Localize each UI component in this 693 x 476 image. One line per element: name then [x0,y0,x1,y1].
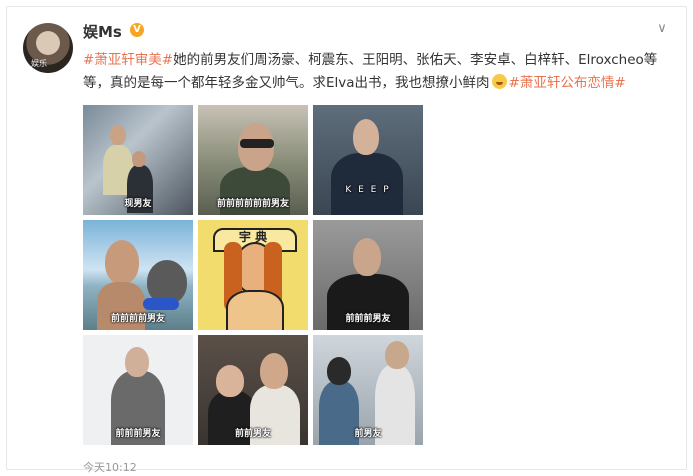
photo-label: 前前前男友 [345,314,391,324]
photo-label: 前男友 [354,429,382,439]
photo-6[interactable]: 前前前男友 [313,220,423,330]
photo-label: 前前前男友 [115,429,161,439]
verified-badge-icon: V [130,23,144,37]
photo-label: 前前前前前前男友 [216,199,289,209]
avatar-tag: 娱乐 [31,59,47,68]
photo-7[interactable]: 前前前男友 [83,335,193,445]
photo-5[interactable]: 宇 典 [198,220,308,330]
post-timestamp[interactable]: 今天10:12 [83,459,137,475]
photo-1[interactable]: 现男友 [83,105,193,215]
crying-emoji-icon [491,74,507,89]
photo-label: 宇 典 [238,230,268,244]
chevron-down-icon[interactable]: ∨ [654,21,670,37]
author-avatar[interactable]: 娱乐 [23,23,73,73]
photo-label: 现男友 [124,199,152,209]
topic-link-2[interactable]: #萧亚轩公布恋情# [509,75,626,91]
photo-label: 前前前前男友 [110,314,165,324]
photo-label: K E E P [345,185,391,195]
post-text: #萧亚轩审美#她的前男友们周汤豪、柯震东、王阳明、张佑天、李安卓、白梓轩、Elr… [83,49,673,95]
topic-link-1[interactable]: #萧亚轩审美# [83,52,173,68]
photo-8[interactable]: 前前男友 [198,335,308,445]
author-name[interactable]: 娱Ms [83,21,122,42]
photo-4[interactable]: 前前前前男友 [83,220,193,330]
photo-3[interactable]: K E E P [313,105,423,215]
photo-label: 前前男友 [234,429,271,439]
photo-9[interactable]: 前男友 [313,335,423,445]
weibo-post-card: 娱乐 娱Ms V ∨ #萧亚轩审美#她的前男友们周汤豪、柯震东、王阳明、张佑天、… [6,6,687,474]
photo-2[interactable]: 前前前前前前男友 [198,105,308,215]
